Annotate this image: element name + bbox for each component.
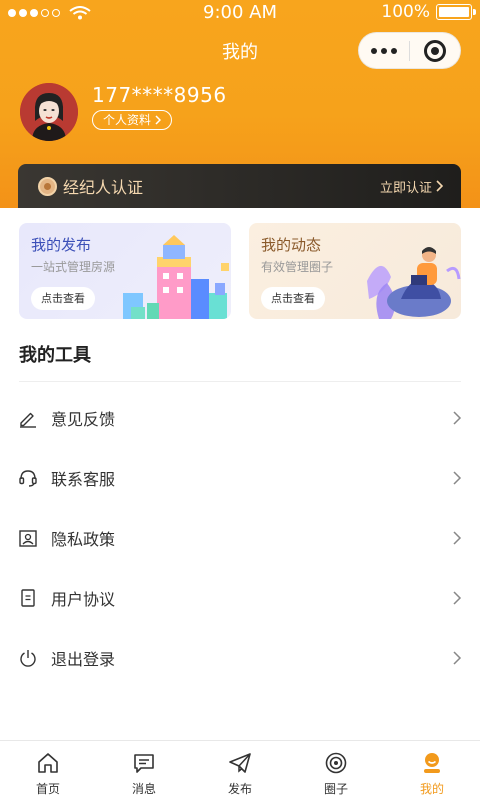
- menu-item-label: 退出登录: [51, 650, 116, 669]
- tab-label: 我的: [419, 782, 444, 796]
- card-subtitle: 有效管理圈子: [261, 260, 334, 274]
- menu-item-label: 隐私政策: [51, 530, 116, 549]
- menu-item-label: 联系客服: [51, 470, 116, 489]
- profile-button[interactable]: 个人资料: [92, 110, 173, 130]
- power-icon: [20, 650, 36, 667]
- tab-label: 首页: [35, 782, 60, 796]
- message-icon: [134, 754, 154, 773]
- certify-now-label: 立即认证: [379, 180, 432, 196]
- document-icon: [21, 589, 35, 607]
- privacy-icon: [19, 530, 37, 547]
- more-options-button[interactable]: [359, 47, 409, 54]
- menu-item-feedback[interactable]: 意见反馈: [0, 388, 480, 448]
- chevron-right-icon: [453, 531, 462, 545]
- my-activity-card[interactable]: 我的动态 有效管理圈子 点击查看: [249, 223, 461, 319]
- menu-item-label: 用户协议: [51, 590, 116, 609]
- medal-icon: [38, 176, 57, 196]
- profile-button-label: 个人资料: [103, 112, 152, 127]
- chevron-right-icon: [453, 651, 462, 665]
- more-dots-icon: [371, 47, 377, 54]
- person-reading-illustration: [367, 247, 461, 319]
- battery-icon: [436, 4, 476, 20]
- chevron-right-icon: [436, 180, 443, 192]
- tools-section-title: 我的工具: [19, 345, 91, 366]
- headset-icon: [19, 470, 37, 487]
- send-icon: [229, 753, 251, 773]
- tab-mine[interactable]: 我的: [384, 741, 480, 800]
- certification-title: 经纪人认证: [63, 178, 144, 197]
- target-icon: [424, 39, 446, 62]
- menu-item-label: 意见反馈: [51, 410, 116, 429]
- chevron-right-icon: [453, 591, 462, 605]
- tab-messages[interactable]: 消息: [96, 741, 192, 800]
- divider: [19, 381, 461, 382]
- tab-circle[interactable]: 圈子: [288, 741, 384, 800]
- avatar[interactable]: [20, 83, 78, 141]
- menu-item-privacy-policy[interactable]: 隐私政策: [0, 508, 480, 568]
- card-title: 我的动态: [261, 236, 322, 254]
- chevron-right-icon: [453, 411, 462, 425]
- bottom-tab-bar: 首页 消息 发布 圈子 我的: [0, 740, 480, 800]
- broker-certification-bar[interactable]: 经纪人认证 立即认证: [18, 164, 461, 208]
- certify-now-button[interactable]: 立即认证: [380, 177, 443, 196]
- chevron-right-icon: [155, 115, 162, 125]
- mini-program-capsule: [358, 32, 461, 69]
- circle-icon: [325, 752, 347, 774]
- tab-label: 消息: [131, 782, 156, 796]
- tab-label: 圈子: [323, 782, 348, 796]
- profile-icon: [424, 753, 440, 773]
- user-phone: 177****8956: [92, 83, 227, 107]
- card-subtitle: 一站式管理房源: [31, 260, 116, 274]
- battery-percent: 100%: [381, 2, 430, 22]
- my-posts-card[interactable]: 我的发布 一站式管理房源 点击查看: [19, 223, 231, 319]
- close-mini-program-button[interactable]: [410, 39, 460, 62]
- view-posts-button[interactable]: 点击查看: [31, 287, 95, 310]
- view-activity-button[interactable]: 点击查看: [261, 287, 325, 310]
- battery-indicator: 100%: [381, 2, 476, 22]
- avatar-illustration: [20, 83, 78, 141]
- buildings-illustration: [123, 235, 229, 319]
- chevron-right-icon: [453, 471, 462, 485]
- home-icon: [38, 753, 58, 773]
- tab-publish[interactable]: 发布: [192, 741, 288, 800]
- menu-item-customer-service[interactable]: 联系客服: [0, 448, 480, 508]
- card-title: 我的发布: [31, 236, 92, 254]
- tab-label: 发布: [227, 782, 252, 796]
- menu-item-user-agreement[interactable]: 用户协议: [0, 568, 480, 628]
- edit-icon: [20, 412, 36, 428]
- tab-home[interactable]: 首页: [0, 741, 96, 800]
- menu-item-logout[interactable]: 退出登录: [0, 628, 480, 688]
- status-bar: 9:00 AM 100%: [0, 0, 480, 26]
